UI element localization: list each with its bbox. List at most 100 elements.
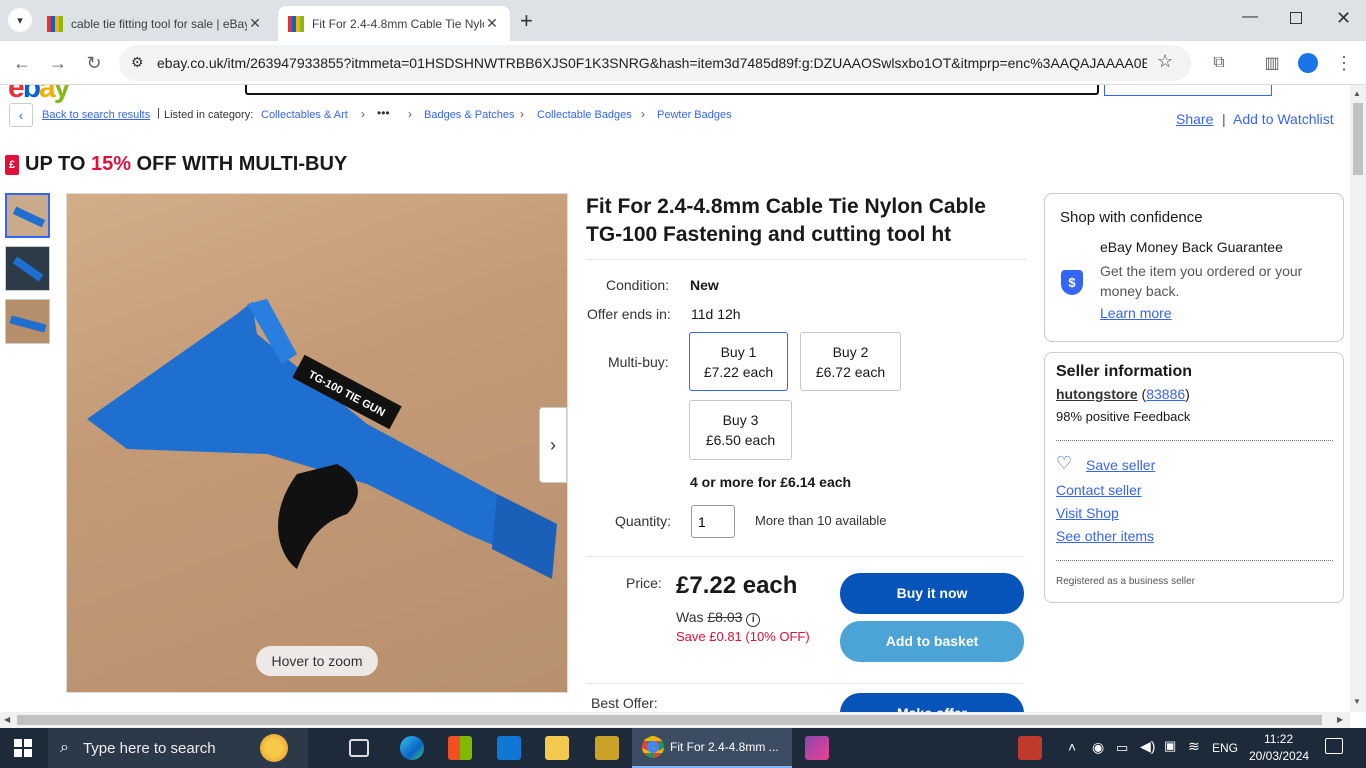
vertical-scrollbar[interactable]: ▲ ▼ [1350,85,1366,712]
promo-suffix: OFF WITH MULTI-BUY [130,153,348,175]
buy-it-now-button[interactable]: Buy it now [840,573,1024,614]
info-icon[interactable]: i [746,613,761,627]
availability: More than 10 available [755,513,887,528]
make-offer-button[interactable]: Make offer [840,693,1024,712]
share-link[interactable]: Share [1176,111,1213,127]
was-value: £8.03 [707,609,743,625]
divider: | [1222,111,1226,127]
divider: | [157,107,160,119]
edge-icon[interactable] [400,736,424,760]
thumbnail-2[interactable] [5,246,50,291]
extensions-icon[interactable]: ⧉ [1205,49,1233,77]
app-icon[interactable] [595,736,619,760]
battery-icon[interactable]: ▭ [1116,740,1128,756]
add-to-watchlist-link[interactable]: Add to Watchlist [1233,111,1334,127]
clock-time[interactable]: 11:22 [1264,732,1293,746]
taskbar-search-box[interactable]: ⌕ Type here to search [48,728,308,768]
visit-shop-link[interactable]: Visit Shop [1056,505,1119,521]
multibuy-promo: £ UP TO 15% OFF WITH MULTI-BUY [5,153,347,176]
tab-search-results[interactable]: cable tie fitting tool for sale | eBay ✕ [37,6,273,41]
address-bar[interactable]: ⚙ ebay.co.uk/itm/263947933855?itmmeta=01… [119,45,1191,81]
thumbnail-1[interactable] [5,193,50,238]
more-breadcrumbs-button[interactable]: ••• [377,106,390,120]
forward-arrow-icon[interactable]: → [44,49,72,77]
new-tab-button[interactable]: + [520,8,533,34]
search-bar[interactable] [245,85,1099,95]
store-icon[interactable] [448,736,472,760]
horizontal-scrollbar[interactable]: ◀ ▶ [0,712,1350,728]
browser-toolbar: ← → ↻ ⚙ ebay.co.uk/itm/263947933855?itmm… [0,41,1366,85]
multibuy-option-2[interactable]: Buy 2 £6.72 each [800,332,901,391]
side-panel-icon[interactable]: ▥ [1258,49,1286,77]
chevron-right-icon: › [408,107,412,121]
windows-start-icon[interactable] [14,739,32,757]
weather-icon[interactable] [260,734,288,762]
volume-icon[interactable]: ◀) [1140,738,1155,755]
close-icon[interactable]: ✕ [247,15,263,32]
close-icon[interactable]: ✕ [484,15,500,32]
seller-name-link[interactable]: hutongstore [1056,386,1138,402]
best-offer-label: Best Offer: [591,695,658,711]
app-icon[interactable] [805,736,829,760]
minimize-button[interactable]: — [1242,8,1258,26]
tab-search-button[interactable]: ▾ [8,8,32,32]
breadcrumb-badges-patches[interactable]: Badges & Patches [424,109,515,121]
task-view-icon[interactable] [349,739,369,757]
scroll-thumb[interactable] [17,715,1322,725]
ebay-logo[interactable]: ebay [8,85,70,105]
ebay-favicon [288,15,304,32]
dotted-divider [1056,560,1333,561]
next-image-button[interactable]: › [539,407,567,483]
shield-dollar-icon: $ [1061,270,1083,295]
site-info-icon[interactable]: ⚙ [131,54,144,71]
back-button[interactable]: ‹ [9,103,33,127]
notification-icon[interactable] [1325,738,1343,754]
feedback-count-link[interactable]: 83886 [1146,386,1185,402]
offer-ends-value: 11d 12h [691,306,741,322]
chart-app-icon[interactable] [1018,736,1042,760]
close-window-button[interactable]: ✕ [1336,8,1351,29]
search-button[interactable] [1104,85,1272,96]
wifi-icon[interactable]: ≋ [1188,738,1200,755]
quantity-label: Quantity: [615,513,672,529]
breadcrumb-collectable-badges[interactable]: Collectable Badges [537,109,632,121]
was-price: Was £8.03 i [676,609,761,627]
scroll-thumb[interactable] [1353,103,1363,175]
back-to-results-link[interactable]: Back to search results [42,109,150,121]
item-title: Fit For 2.4-4.8mm Cable Tie Nylon Cable … [586,195,986,246]
main-product-image[interactable]: TG-100 TIE GUN › Hover to zoom [66,193,568,693]
learn-more-link[interactable]: Learn more [1100,305,1172,321]
restore-button[interactable] [1290,12,1302,24]
multibuy-qty: Buy 3 [722,412,759,428]
taskbar-chrome-item[interactable]: Fit For 2.4-4.8mm ... [632,728,792,768]
search-icon: ⌕ [60,739,69,756]
multibuy-option-3[interactable]: Buy 3 £6.50 each [689,400,792,460]
contact-seller-link[interactable]: Contact seller [1056,482,1142,498]
tab-bar: ▾ cable tie fitting tool for sale | eBay… [0,0,1366,41]
profile-avatar[interactable] [1294,49,1322,77]
file-explorer-icon[interactable] [545,736,569,760]
price-label: Price: [626,575,662,591]
tab-item[interactable]: Fit For 2.4-4.8mm Cable Tie Nylon Cable … [278,6,510,41]
cable-tie-gun-image: TG-100 TIE GUN [87,299,557,579]
back-arrow-icon[interactable]: ← [8,49,36,77]
add-to-basket-button[interactable]: Add to basket [840,621,1024,662]
save-seller-link[interactable]: Save seller [1086,457,1155,473]
guarantee-title: eBay Money Back Guarantee [1100,239,1283,255]
thumbnail-3[interactable] [5,299,50,344]
multibuy-option-1[interactable]: Buy 1 £7.22 each [689,332,788,391]
heart-icon[interactable]: ♡ [1056,453,1072,474]
clock-date[interactable]: 20/03/2024 [1249,749,1309,763]
menu-dots-icon[interactable]: ⋮ [1330,49,1358,77]
bookmark-star-icon[interactable]: ☆ [1157,51,1173,72]
breadcrumb-pewter-badges[interactable]: Pewter Badges [657,109,732,121]
quantity-input[interactable] [691,505,735,538]
breadcrumb-collectables[interactable]: Collectables & Art [261,109,348,121]
language-indicator[interactable]: ENG [1212,741,1238,755]
chevron-right-icon: › [361,107,365,121]
tray-overflow-icon[interactable]: ˄ [1068,739,1076,755]
reload-icon[interactable]: ↻ [80,49,108,77]
see-other-items-link[interactable]: See other items [1056,528,1154,544]
business-seller-note: Registered as a business seller [1056,576,1195,587]
mail-icon[interactable] [497,736,521,760]
